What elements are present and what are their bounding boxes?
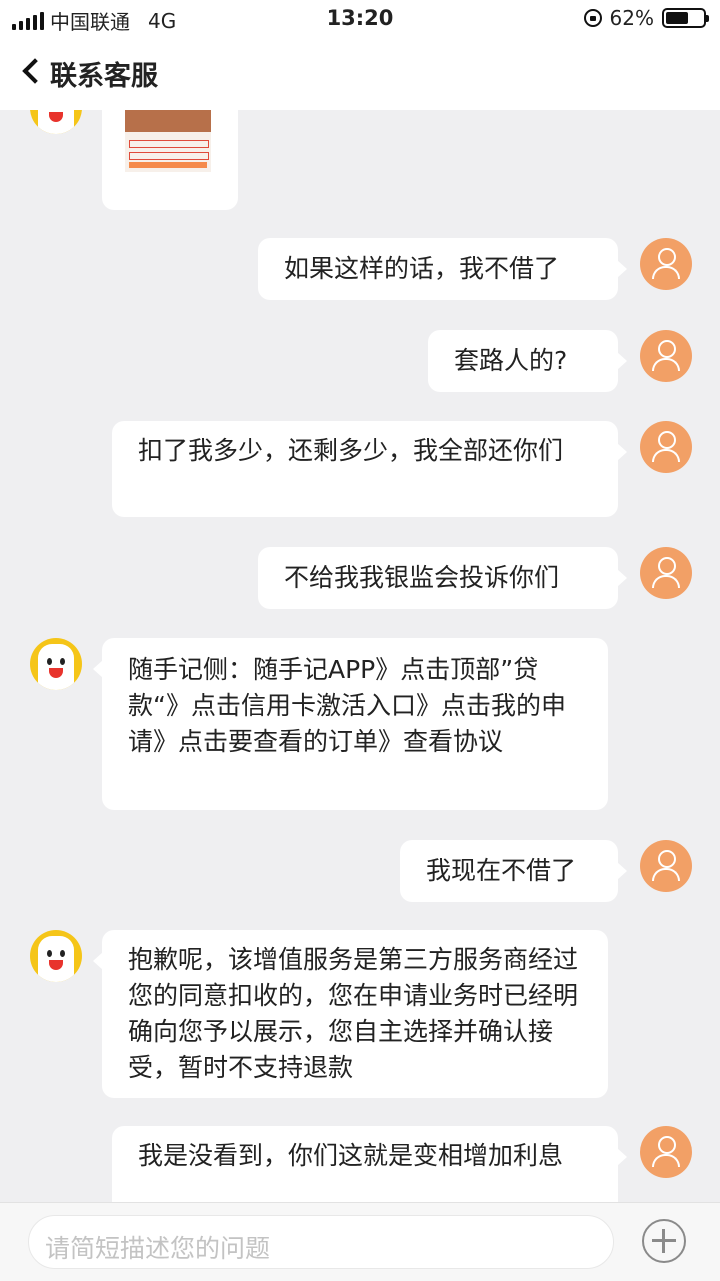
user-avatar bbox=[640, 330, 692, 382]
screenshot-thumbnail[interactable] bbox=[125, 110, 211, 172]
image-message[interactable] bbox=[102, 110, 238, 210]
message-text: 我是没看到，你们这就是变相增加利息 bbox=[138, 1141, 564, 1170]
agent-avatar bbox=[30, 930, 82, 982]
nav-bar: 联系客服 bbox=[0, 36, 720, 110]
message-text: 抱歉呢，该增值服务是第三方服务商经过您的同意扣收的，您在申请业务时已经明确向您予… bbox=[128, 945, 579, 1082]
user-avatar bbox=[640, 238, 692, 290]
user-avatar bbox=[640, 421, 692, 473]
agent-avatar bbox=[30, 638, 82, 690]
page-title: 联系客服 bbox=[50, 61, 158, 92]
composer-bar: 请简短描述您的问题 bbox=[0, 1202, 720, 1281]
plus-icon[interactable] bbox=[642, 1219, 686, 1263]
back-chevron-icon[interactable] bbox=[22, 58, 48, 84]
message-text: 不给我我银监会投诉你们 bbox=[284, 563, 560, 592]
user-avatar bbox=[640, 547, 692, 599]
agent-message: 抱歉呢，该增值服务是第三方服务商经过您的同意扣收的，您在申请业务时已经明确向您予… bbox=[93, 930, 608, 1098]
user-message: 如果这样的话，我不借了 bbox=[258, 238, 627, 300]
user-message: 套路人的? bbox=[428, 330, 627, 392]
status-bar: 中国联通 4G 13:20 62% bbox=[0, 0, 720, 36]
rotation-lock-icon bbox=[583, 9, 602, 27]
message-text: 随手记侧：随手记APP》点击顶部”贷款“》点击信用卡激活入口》点击我的申请》点击… bbox=[128, 655, 566, 756]
message-text: 如果这样的话，我不借了 bbox=[284, 254, 560, 283]
message-text: 套路人的? bbox=[454, 346, 568, 375]
battery-icon bbox=[662, 8, 709, 28]
chat-list[interactable]: 如果这样的话，我不借了 套路人的? 扣了我多少，还剩多少，我全部还你们 不给我我… bbox=[0, 110, 720, 1202]
user-message: 我是没看到，你们这就是变相增加利息 bbox=[112, 1126, 627, 1202]
user-avatar bbox=[640, 1126, 692, 1178]
battery-percent: 62% bbox=[609, 6, 654, 30]
user-message: 不给我我银监会投诉你们 bbox=[258, 547, 627, 609]
message-input[interactable]: 请简短描述您的问题 bbox=[28, 1215, 614, 1269]
user-message: 我现在不借了 bbox=[400, 840, 627, 902]
agent-message: 随手记侧：随手记APP》点击顶部”贷款“》点击信用卡激活入口》点击我的申请》点击… bbox=[93, 638, 608, 810]
message-text: 扣了我多少，还剩多少，我全部还你们 bbox=[138, 436, 564, 465]
user-message: 扣了我多少，还剩多少，我全部还你们 bbox=[112, 421, 627, 517]
agent-avatar bbox=[30, 110, 82, 134]
user-avatar bbox=[640, 840, 692, 892]
message-text: 我现在不借了 bbox=[426, 856, 577, 885]
